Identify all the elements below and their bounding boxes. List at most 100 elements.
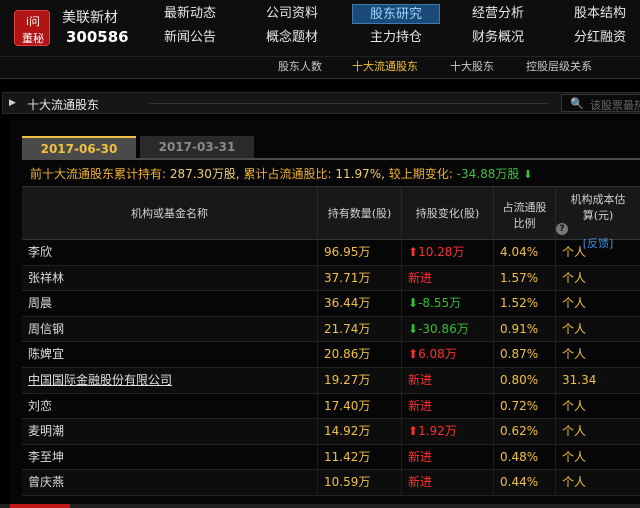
section-divider: [149, 103, 549, 104]
cost-estimate: 个人: [562, 245, 587, 259]
section-arrow-icon: ▶: [9, 98, 16, 108]
bottom-bar-accent: [10, 504, 70, 508]
search-icon: 🔍: [570, 97, 584, 110]
cost-estimate: 个人: [562, 321, 587, 336]
summary-value-ratio: 11.97%,: [335, 167, 385, 181]
holding-change-value: 1.92万: [418, 424, 457, 439]
holding-qty: 17.40万: [318, 393, 402, 419]
logo-line2: 董秘: [22, 32, 44, 45]
header-ratio: 占流通股 比例: [494, 187, 556, 241]
table-row: 李至坤 11.42万 新进 0.48% 个人: [22, 444, 640, 471]
cost-estimate: 个人: [562, 296, 587, 311]
shareholder-name: 曾庆燕: [22, 470, 318, 496]
table-row: 周晨 36.44万 ⬇-8.55万 1.52% 个人: [22, 291, 640, 317]
subnav-top10[interactable]: 十大股东: [450, 59, 494, 75]
help-icon[interactable]: ?: [556, 223, 568, 235]
table-row: 麦明潮 14.92万 ⬆1.92万 0.62% 个人: [22, 419, 640, 445]
nav-main-holdings[interactable]: 主力持仓: [352, 28, 440, 48]
holding-change-value: 新进: [408, 270, 433, 285]
holding-change-value: 新进: [408, 373, 433, 387]
section-title: 十大流通股东: [27, 98, 100, 112]
nav-company-info[interactable]: 公司资料: [248, 4, 336, 24]
down-arrow-icon: ⬇: [408, 296, 419, 311]
subnav-holding-structure[interactable]: 控股层级关系: [526, 59, 592, 75]
holding-qty: 37.71万: [318, 265, 402, 291]
shareholder-name: 陈婢宜: [22, 342, 318, 368]
summary-line: 前十大流通股东累计持有: 287.30万股, 累计占流通股比: 11.97%, …: [30, 165, 532, 182]
holding-qty: 11.42万: [318, 444, 402, 470]
header-cost-line2-text: 算(元): [582, 209, 614, 222]
float-ratio: 0.72%: [494, 393, 556, 419]
nav-latest[interactable]: 最新动态: [146, 4, 234, 24]
holding-change: 新进: [402, 393, 494, 419]
shareholder-name: 周信钢: [22, 316, 318, 342]
cost-estimate: 个人: [562, 475, 587, 490]
float-ratio: 0.91%: [494, 316, 556, 342]
header-cost-line2: 算(元) ?: [556, 207, 640, 235]
nav-financial[interactable]: 财务概况: [454, 28, 542, 48]
nav-concepts[interactable]: 概念题材: [248, 28, 336, 48]
subnav-shareholder-count[interactable]: 股东人数: [278, 59, 322, 75]
search-placeholder: 该股票最热: [590, 99, 640, 112]
nav-shareholder-research[interactable]: 股东研究: [352, 4, 440, 24]
float-ratio: 0.48%: [494, 444, 556, 470]
summary-label-total: 前十大流通股东累计持有:: [30, 167, 167, 181]
subnav-top10-float[interactable]: 十大流通股东: [352, 59, 418, 75]
shareholder-name: 周晨: [22, 291, 318, 317]
holding-change: 新进: [402, 444, 494, 470]
summary-value-total: 287.30万股,: [169, 167, 240, 181]
holding-change-value: -8.55万: [418, 296, 462, 311]
header-ratio-line2: 比例: [513, 217, 536, 230]
float-ratio: 0.87%: [494, 342, 556, 368]
holding-qty: 96.95万: [318, 240, 402, 265]
holding-change-value: -30.86万: [418, 321, 469, 336]
up-arrow-icon: ⬆: [408, 424, 419, 439]
nav-capital-structure[interactable]: 股本结构: [556, 4, 640, 24]
summary-label-ratio: 累计占流通股比:: [243, 167, 332, 181]
holding-qty: 36.44万: [318, 291, 402, 317]
up-arrow-icon: ⬆: [408, 245, 419, 259]
holding-qty: 20.86万: [318, 342, 402, 368]
bottom-bar: [0, 504, 640, 508]
tab-2017-03-31[interactable]: 2017-03-31: [140, 136, 254, 158]
shareholder-name: 李至坤: [22, 444, 318, 470]
holding-change-value: 10.28万: [418, 245, 465, 259]
stock-name: 美联新材: [62, 10, 118, 26]
cost-estimate: 个人: [562, 449, 587, 464]
holding-change: 新进: [402, 470, 494, 496]
shareholder-name: 张祥林: [22, 265, 318, 291]
shareholder-name: 刘恋: [22, 393, 318, 419]
table-row: 陈婢宜 20.86万 ⬆6.08万 0.87% 个人: [22, 342, 640, 368]
header-divider: [0, 78, 640, 79]
holding-qty: 14.92万: [318, 419, 402, 445]
summary-value-change: -34.88万股: [456, 167, 520, 181]
iwen-dongmi-logo[interactable]: i问 董秘: [14, 10, 50, 46]
header-cost-line1: 机构成本估: [570, 193, 626, 206]
table-row: 李欣 96.95万 ⬆10.28万 4.04% 个人: [22, 240, 640, 266]
table-row: 周信钢 21.74万 ⬇-30.86万 0.91% 个人: [22, 316, 640, 343]
header-cost: 机构成本估 算(元) ? [反馈]: [556, 187, 640, 250]
nav-business-analysis[interactable]: 经营分析: [454, 4, 542, 24]
down-arrow-icon: ⬇: [523, 168, 533, 181]
stock-code: 300586: [66, 28, 129, 46]
sub-nav: 股东人数 十大流通股东 十大股东 控股层级关系: [0, 56, 640, 76]
down-arrow-icon: ⬇: [408, 321, 419, 336]
section-bar: ▶ 十大流通股东 🔍 该股票最热: [2, 92, 640, 114]
holding-change: ⬆6.08万: [402, 342, 494, 368]
nav-news[interactable]: 新闻公告: [146, 28, 234, 48]
nav-dividend[interactable]: 分红融资: [556, 28, 640, 48]
float-ratio: 0.80%: [494, 368, 556, 393]
tab-underline: [22, 158, 640, 160]
shareholder-panel: 2017-06-30 2017-03-31 前十大流通股东累计持有: 287.3…: [10, 120, 640, 508]
shareholder-name: 麦明潮: [22, 419, 318, 445]
holding-change: ⬇-8.55万: [402, 291, 494, 317]
cost-estimate: 个人: [562, 347, 587, 362]
search-input[interactable]: 🔍 该股票最热: [561, 94, 640, 112]
shareholder-name[interactable]: 中国国际金融股份有限公司: [22, 368, 318, 393]
tab-2017-06-30[interactable]: 2017-06-30: [22, 136, 136, 158]
table-row: 张祥林 37.71万 新进 1.57% 个人: [22, 265, 640, 292]
header-name: 机构或基金名称: [22, 187, 318, 241]
table-row: 中国国际金融股份有限公司 19.27万 新进 0.80% 31.34: [22, 368, 640, 394]
float-ratio: 4.04%: [494, 240, 556, 265]
holding-change: 新进: [402, 368, 494, 393]
